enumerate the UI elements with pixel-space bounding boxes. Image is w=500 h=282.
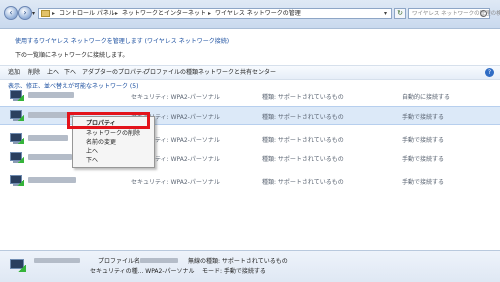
network-type: 種類: サポートされているもの: [262, 114, 344, 121]
details-security: セキュリティの種... WPA2-パーソナル: [90, 268, 195, 275]
breadcrumb-separator-icon[interactable]: ▸: [208, 10, 211, 18]
network-name-redacted: [28, 92, 74, 98]
properties-highlight-box: [67, 112, 150, 129]
network-connect-mode: 手動で接続する: [402, 179, 445, 186]
network-type: 種類: サポートされているもの: [262, 94, 344, 101]
network-connect-mode: 手動で接続する: [402, 114, 445, 121]
page-subheading: 下の一覧順にネットワークに接続します。: [15, 52, 129, 59]
menu-item-rename[interactable]: 名前の変更: [86, 139, 116, 147]
network-security: セキュリティ: WPA2-パーソナル: [131, 179, 220, 186]
menu-item-move-down[interactable]: 下へ: [86, 157, 98, 165]
network-type: 種類: サポートされているもの: [262, 179, 344, 186]
wireless-network-icon: [10, 152, 24, 164]
menu-item-remove-network[interactable]: ネットワークの削除: [86, 130, 140, 138]
manage-wireless-networks-window: ‹ › ▾ ▸ コントロール パネル ▸ ネットワークとインターネット ▸ ワイ…: [0, 0, 500, 282]
network-connect-mode: 手動で接続する: [402, 156, 445, 163]
network-and-sharing-center-button[interactable]: ネットワークと共有センター: [198, 68, 276, 77]
network-type: 種類: サポートされているもの: [262, 156, 344, 163]
profile-name-label: プロファイル名:: [98, 258, 143, 265]
breadcrumb-network-and-internet[interactable]: ネットワークとインターネット: [122, 10, 206, 18]
address-bar[interactable]: ▸ コントロール パネル ▸ ネットワークとインターネット ▸ ワイヤレス ネッ…: [38, 8, 392, 19]
wireless-network-icon: [10, 90, 24, 102]
network-row[interactable]: セキュリティ: WPA2-パーソナル 種類: サポートされているもの 手動で接続…: [0, 172, 500, 191]
adapter-properties-button[interactable]: アダプターのプロパティ: [82, 68, 148, 77]
forward-button[interactable]: ›: [18, 6, 32, 20]
search-box[interactable]: ワイヤレス ネットワークの管理の検索: [408, 8, 500, 19]
breadcrumb-manage-wireless[interactable]: ワイヤレス ネットワークの管理: [215, 10, 301, 18]
profile-name-redacted: [140, 258, 178, 263]
forward-arrow-icon: ›: [23, 8, 27, 17]
address-dropdown-icon[interactable]: ▾: [384, 10, 387, 18]
address-bar-area: ‹ › ▾ ▸ コントロール パネル ▸ ネットワークとインターネット ▸ ワイ…: [0, 0, 500, 29]
wireless-network-icon: [10, 175, 24, 187]
refresh-button[interactable]: ↻: [394, 8, 406, 19]
help-icon[interactable]: ?: [485, 68, 494, 77]
network-connect-mode: 手動で接続する: [402, 137, 445, 144]
breadcrumb-control-panel[interactable]: コントロール パネル: [59, 10, 115, 18]
network-name-redacted: [34, 258, 80, 263]
back-button[interactable]: ‹: [4, 6, 18, 20]
details-connect-mode: モード: 手動で接続する: [202, 268, 266, 275]
wireless-network-icon: [10, 259, 26, 273]
move-up-button[interactable]: 上へ: [47, 68, 59, 77]
move-down-button[interactable]: 下へ: [64, 68, 76, 77]
command-toolbar: 追加 削除 上へ 下へ アダプターのプロパティ プロファイルの種類 ネットワーク…: [0, 65, 500, 80]
remove-button[interactable]: 削除: [28, 68, 40, 77]
recent-pages-chevron-icon[interactable]: ▾: [32, 10, 35, 17]
network-row[interactable]: セキュリティ: WPA2-パーソナル 種類: サポートされているもの 自動的に接…: [0, 87, 500, 106]
network-type: 種類: サポートされているもの: [262, 137, 344, 144]
network-name-redacted: [28, 177, 76, 183]
details-pane: プロファイル名: セキュリティの種... WPA2-パーソナル 無線の種類: サ…: [0, 250, 500, 282]
network-security: セキュリティ: WPA2-パーソナル: [131, 94, 220, 101]
back-arrow-icon: ‹: [9, 8, 13, 17]
network-connect-mode: 自動的に接続する: [402, 94, 451, 101]
breadcrumb-separator-icon[interactable]: ▸: [52, 10, 55, 18]
network-name-redacted: [28, 154, 72, 160]
network-name-redacted: [28, 135, 68, 141]
search-icon: [480, 10, 487, 17]
breadcrumb-separator-icon[interactable]: ▸: [115, 10, 118, 18]
wireless-network-icon: [10, 133, 24, 145]
profile-types-button[interactable]: プロファイルの種類: [144, 68, 198, 77]
add-button[interactable]: 追加: [8, 68, 20, 77]
wireless-network-icon: [10, 110, 24, 122]
details-wireless-type: 無線の種類: サポートされているもの: [188, 258, 288, 265]
page-heading: 使用するワイヤレス ネットワークを管理します (ワイヤレス ネットワーク接続): [15, 38, 230, 45]
control-panel-folder-icon: [41, 10, 50, 17]
menu-item-move-up[interactable]: 上へ: [86, 148, 98, 156]
